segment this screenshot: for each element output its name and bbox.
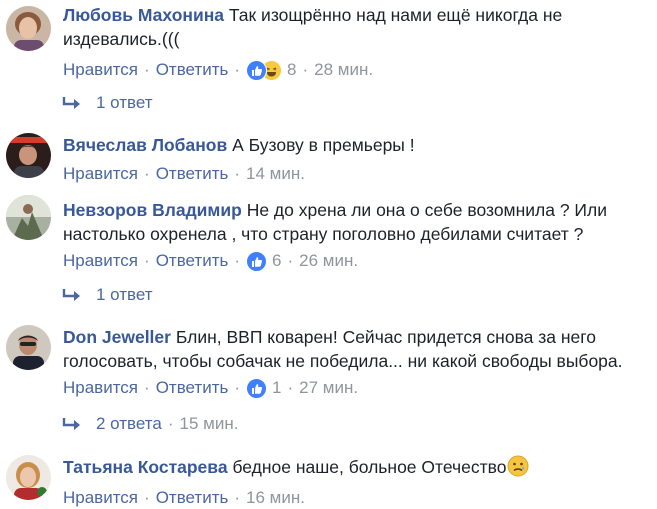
avatar[interactable] xyxy=(6,455,51,500)
separator: · xyxy=(144,60,150,79)
like-button[interactable]: Нравится xyxy=(63,377,138,399)
comment-actions: Нравится · Ответить · 1 · 27 мин. xyxy=(63,377,649,399)
comment-text: Невзоров Владимир Не до хрена ли она о с… xyxy=(63,198,649,246)
like-button[interactable]: Нравится xyxy=(63,250,138,272)
comment-actions: Нравится · Ответить · 14 мин. xyxy=(63,163,649,185)
avatar[interactable] xyxy=(6,6,51,51)
reply-button[interactable]: Ответить xyxy=(156,59,229,81)
reply-arrow-icon xyxy=(62,418,80,430)
comment-author[interactable]: Невзоров Владимир xyxy=(63,200,242,220)
separator: · xyxy=(234,164,241,183)
comment-message: бедное наше, больное Отечество xyxy=(232,457,507,477)
reactions[interactable] xyxy=(246,377,268,399)
separator: · xyxy=(144,251,150,270)
reply-arrow-icon xyxy=(62,97,80,109)
reactions[interactable] xyxy=(246,59,283,81)
comment-message: А Бузову в премьеры ! xyxy=(232,135,415,155)
reply-arrow-icon xyxy=(62,289,80,301)
comment-time[interactable]: 28 мин. xyxy=(314,59,373,81)
avatar[interactable] xyxy=(6,195,51,240)
reply-button[interactable]: Ответить xyxy=(156,250,229,272)
view-replies-link[interactable]: 2 ответа · 15 мин. xyxy=(62,413,238,435)
comment-author[interactable]: Don Jeweller xyxy=(63,327,171,347)
sad-face-icon xyxy=(507,455,529,483)
reaction-count[interactable]: 8 xyxy=(287,59,296,81)
reaction-count[interactable]: 1 xyxy=(272,377,281,399)
reactions[interactable] xyxy=(246,250,268,272)
like-button[interactable]: Нравится xyxy=(63,163,138,185)
comment-author[interactable]: Любовь Махонина xyxy=(63,5,224,25)
reply-time[interactable]: 15 мин. xyxy=(180,413,239,435)
comment-actions: Нравится · Ответить · 6 · 26 мин. xyxy=(63,250,649,272)
separator: · xyxy=(287,378,294,397)
separator: · xyxy=(167,414,174,433)
comment-author[interactable]: Татьяна Костарева xyxy=(63,457,228,477)
replies-count[interactable]: 2 ответа xyxy=(96,413,162,435)
comment-text: Татьяна Костарева бедное наше, больное О… xyxy=(63,455,649,483)
comment-text: Don Jeweller Блин, ВВП коварен! Сейчас п… xyxy=(63,325,649,373)
reaction-count[interactable]: 6 xyxy=(272,250,281,272)
separator: · xyxy=(144,378,150,397)
reply-button[interactable]: Ответить xyxy=(156,163,229,185)
comment-actions: Нравится · Ответить · 8 · 28 мин. xyxy=(63,59,649,81)
replies-count[interactable]: 1 ответ xyxy=(96,284,153,306)
replies-count[interactable]: 1 ответ xyxy=(96,92,153,114)
separator: · xyxy=(234,251,241,270)
comment-time[interactable]: 14 мин. xyxy=(246,163,305,185)
like-icon xyxy=(246,59,268,81)
separator: · xyxy=(234,60,241,79)
like-button[interactable]: Нравится xyxy=(63,59,138,81)
avatar[interactable] xyxy=(6,133,51,178)
avatar[interactable] xyxy=(6,325,51,370)
separator: · xyxy=(144,164,150,183)
view-replies-link[interactable]: 1 ответ xyxy=(62,92,153,114)
separator: · xyxy=(302,60,309,79)
separator: · xyxy=(287,251,294,270)
comment-text: Любовь Махонина Так изощрённо над нами е… xyxy=(63,3,649,51)
like-icon xyxy=(246,250,268,272)
view-replies-link[interactable]: 1 ответ xyxy=(62,284,153,306)
comment-text: Вячеслав Лобанов А Бузову в премьеры ! xyxy=(63,133,649,157)
reply-button[interactable]: Ответить xyxy=(156,377,229,399)
like-icon xyxy=(246,377,268,399)
comment-author[interactable]: Вячеслав Лобанов xyxy=(63,135,227,155)
comment-time[interactable]: 26 мин. xyxy=(299,250,358,272)
comment-time[interactable]: 27 мин. xyxy=(299,377,358,399)
separator: · xyxy=(234,378,241,397)
